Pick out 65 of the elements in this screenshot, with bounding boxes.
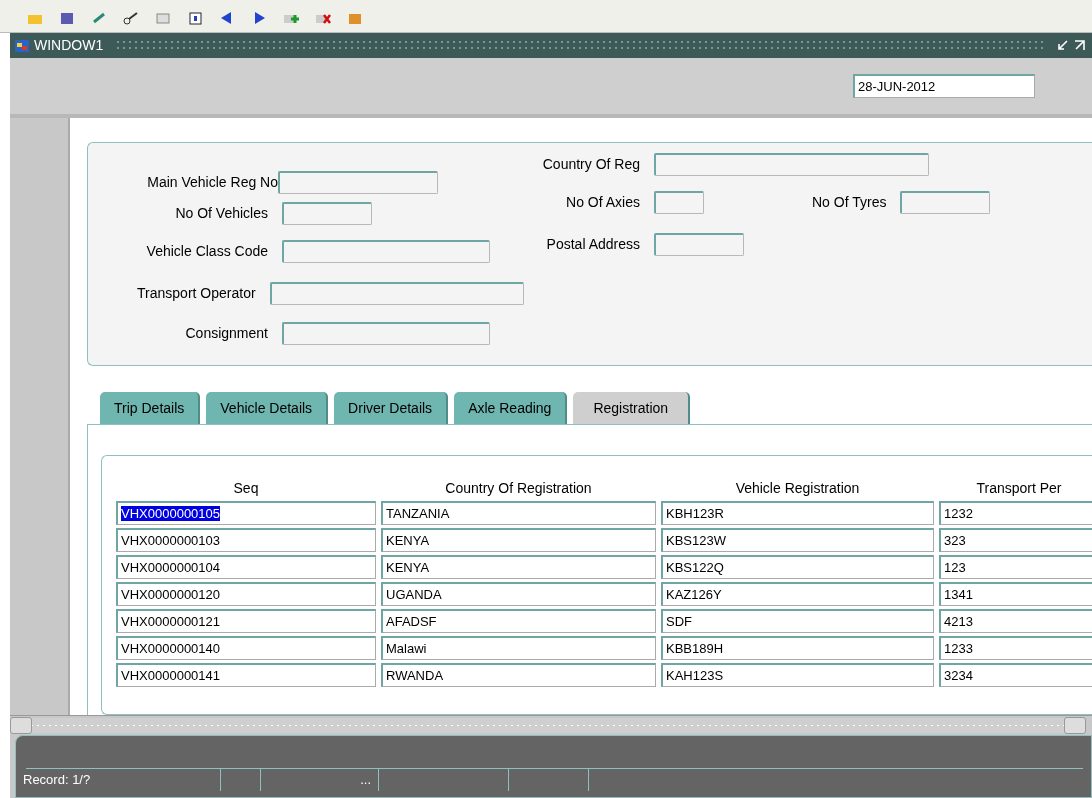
table-cell[interactable]: KENYA [381,528,656,552]
field-label: Consignment [184,323,268,343]
table-cell[interactable]: VHX0000000120 [116,582,376,606]
table-cell[interactable]: KAZ126Y [661,582,934,606]
table-cell[interactable]: KBH123R [661,501,934,525]
tab[interactable]: Driver Details [334,392,449,424]
table-cell[interactable]: VHX0000000104 [116,555,376,579]
table-cell[interactable]: KAH123S [661,663,934,687]
record-indicator: Record: 1/? [23,769,221,791]
input-field[interactable] [654,190,704,214]
tab[interactable]: Vehicle Details [206,392,329,424]
input-field[interactable] [654,232,744,256]
field-label: No Of Vehicles [174,203,268,223]
status-text: ... [261,769,379,791]
table-cell[interactable]: VHX0000000141 [116,663,376,687]
column-header: Seq [232,479,260,498]
table-cell[interactable]: 3234 [939,663,1092,687]
field-label: Main Vehicle Reg No [146,172,278,192]
table-cell[interactable]: UGANDA [381,582,656,606]
minimize-icon[interactable] [1056,39,1069,52]
table-cell[interactable]: 1232 [939,501,1092,525]
maximize-icon[interactable] [1073,39,1086,52]
table-cell[interactable]: 1233 [939,636,1092,660]
table-cell[interactable]: 1341 [939,582,1092,606]
table-cell[interactable]: KBS123W [661,528,934,552]
field-label: Postal Address [545,234,640,254]
date-field[interactable]: 28-JUN-2012 [853,74,1035,98]
tab[interactable]: Trip Details [100,392,201,424]
table-cell[interactable]: SDF [661,609,934,633]
scroll-right-button[interactable] [1064,717,1086,734]
scrollbar-thumb[interactable] [32,718,1064,733]
table-cell[interactable]: VHX0000000121 [116,609,376,633]
table-cell[interactable]: VHX0000000140 [116,636,376,660]
table-cell[interactable]: KBS122Q [661,555,934,579]
table-cell[interactable]: AFADSF [381,609,656,633]
tab[interactable]: Axle Reading [454,392,568,424]
table-cell[interactable]: RWANDA [381,663,656,687]
column-header: Vehicle Registration [734,479,861,498]
table-cell[interactable]: VHX0000000105 [116,501,376,525]
field-label: No Of Tyres [812,192,887,212]
table-cell[interactable]: TANZANIA [381,501,656,525]
input-field[interactable] [282,201,372,225]
app-icon [14,37,30,54]
tab[interactable]: Registration [573,392,691,424]
table-cell[interactable]: KENYA [381,555,656,579]
scroll-left-button[interactable] [10,717,32,734]
column-header: Transport Per [975,479,1063,498]
field-label: Vehicle Class Code [145,241,268,261]
input-field[interactable] [900,190,991,214]
table-cell[interactable]: 323 [939,528,1092,552]
input-field[interactable] [282,239,490,263]
table-cell[interactable]: 4213 [939,609,1092,633]
column-header: Country Of Registration [444,479,593,498]
field-label: No Of Axies [565,192,640,212]
table-cell[interactable]: VHX0000000103 [116,528,376,552]
table-cell[interactable]: KBB189H [661,636,934,660]
input-field[interactable] [654,152,929,176]
input-field[interactable] [278,170,438,194]
window-title: WINDOW1 [34,36,104,55]
field-label: Transport Operator [136,283,256,303]
field-label: Country Of Reg [541,154,640,174]
table-cell[interactable]: Malawi [381,636,656,660]
input-field[interactable] [282,321,490,345]
table-cell[interactable]: 123 [939,555,1092,579]
input-field[interactable] [269,281,524,305]
